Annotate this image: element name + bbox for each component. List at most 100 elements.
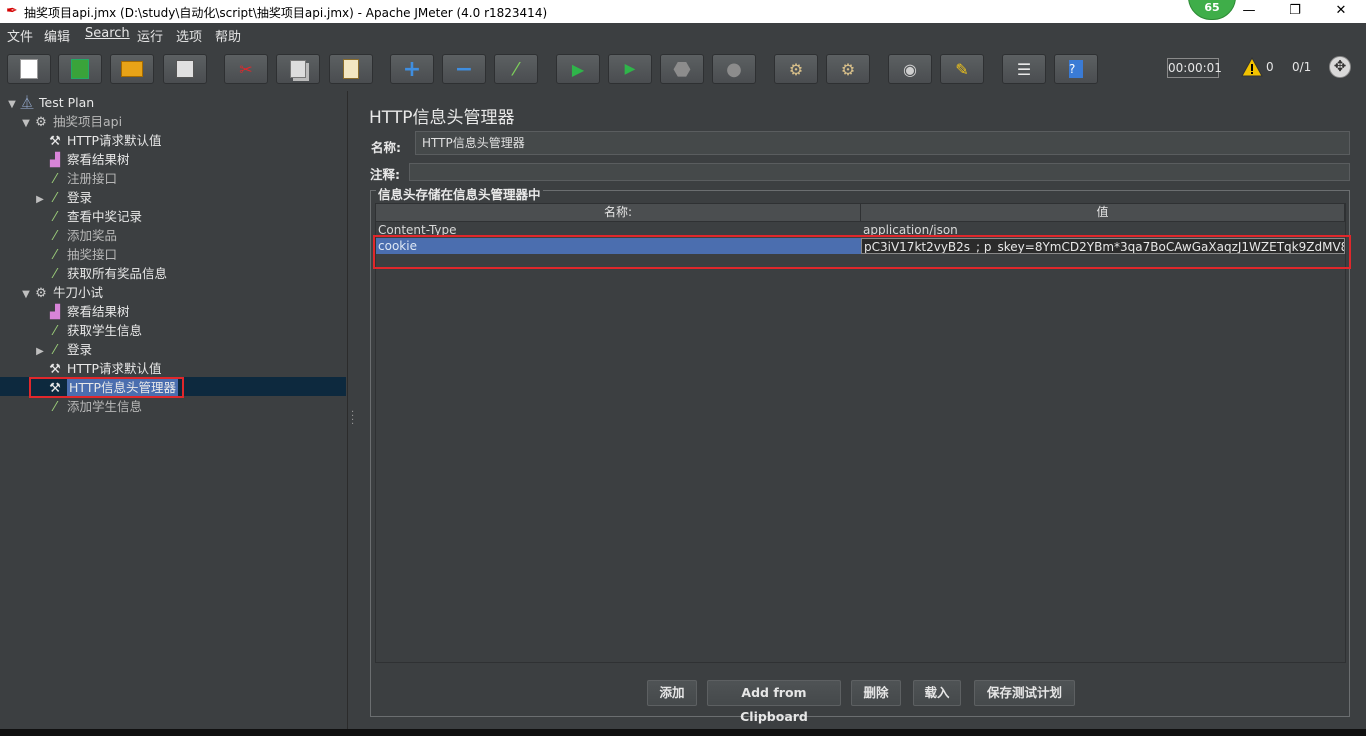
column-header-value[interactable]: 值 [861, 204, 1345, 222]
window-title: 抽奖项目api.jmx (D:\study\自动化\script\抽奖项目api… [24, 6, 548, 20]
test-plan-tree: ▼ ⏅ Test Plan ▼ ⚙ 抽奖项目api ⚒ HTTP请求默认值 ▟ 察看结果树 ⁄ 注册接… [0, 91, 348, 729]
annotation-red-box-table [373, 235, 1351, 269]
menu-edit[interactable]: 编辑 [44, 26, 70, 45]
clear-all-icon[interactable]: ⚙ [826, 54, 870, 84]
tree-item[interactable]: ▶ ⁄ 登录 [34, 340, 92, 359]
column-header-name[interactable]: 名称: [376, 204, 861, 222]
add-button[interactable]: 添加 [647, 680, 697, 706]
tree-item-label: 查看中奖记录 [67, 209, 143, 224]
tree-item[interactable]: ⁄ 注册接口 [34, 169, 117, 188]
pipette-icon: ⁄ [53, 400, 57, 415]
search-icon[interactable]: ◉ [888, 54, 932, 84]
tree-item-label: 察看结果树 [67, 304, 130, 319]
name-label: 名称: [371, 140, 401, 155]
save-test-plan-button[interactable]: 保存测试计划 [974, 680, 1075, 706]
add-from-clipboard-button[interactable]: Add from Clipboard [707, 680, 841, 724]
shutdown-icon[interactable]: ● [712, 54, 756, 84]
tree-item[interactable]: ▼ ⏅ Test Plan [6, 93, 94, 112]
split-pane-divider[interactable]: · · · · [348, 91, 358, 729]
tree-item-label: 登录 [67, 342, 93, 357]
tree-item-label: 添加奖品 [67, 228, 118, 243]
tree-item[interactable]: ▟ 察看结果树 [34, 302, 130, 321]
tree-item-label: 获取学生信息 [67, 323, 143, 338]
maximize-button[interactable]: ❐ [1272, 0, 1318, 23]
expand-arrow-icon[interactable]: ▼ [6, 95, 18, 114]
tree-item[interactable]: ⁄ 获取学生信息 [34, 321, 142, 340]
tree-item[interactable]: ⁄ 抽奖接口 [34, 245, 117, 264]
save-icon[interactable] [163, 54, 207, 84]
headers-group-title: 信息头存储在信息头管理器中 [376, 184, 543, 203]
tree-item-label: HTTP请求默认值 [67, 361, 162, 376]
clear-icon[interactable]: ⚙ [774, 54, 818, 84]
delete-button[interactable]: 删除 [851, 680, 901, 706]
pipette-icon: ⁄ [53, 248, 57, 263]
tree-item[interactable]: ▼ ⚙ 牛刀小试 [20, 283, 103, 302]
help-icon[interactable]: ? [1054, 54, 1098, 84]
stop-icon[interactable]: ⬣ [660, 54, 704, 84]
minimize-button[interactable]: — [1226, 0, 1272, 23]
menu-file[interactable]: 文件 [7, 26, 33, 45]
expand-arrow-icon[interactable]: ▼ [20, 285, 32, 304]
tree-item[interactable]: ⁄ 获取所有奖品信息 [34, 264, 167, 283]
annotation-red-box-tree [29, 377, 184, 398]
tree-item[interactable]: ⁄ 添加奖品 [34, 226, 117, 245]
tree-item-label: 添加学生信息 [67, 399, 143, 414]
chart-icon: ▟ [50, 305, 60, 320]
elapsed-timer: 00:00:01 [1167, 58, 1222, 78]
comment-label: 注释: [370, 167, 400, 182]
testplan-icon: ⏅ [20, 96, 34, 111]
warning-icon[interactable] [1241, 57, 1263, 77]
tree-item[interactable]: ⁄ 查看中奖记录 [34, 207, 142, 226]
pipette-icon: ⁄ [53, 191, 57, 206]
reset-search-icon[interactable]: ✎ [940, 54, 984, 84]
expand-arrow-icon[interactable]: ▼ [20, 114, 32, 133]
toggle-icon[interactable]: ⁄ [494, 54, 538, 84]
title-bar: ✒ 抽奖项目api.jmx (D:\study\自动化\script\抽奖项目a… [0, 0, 1366, 23]
comment-field[interactable] [409, 163, 1350, 181]
gear-icon: ⚙ [35, 286, 47, 301]
new-icon[interactable] [7, 54, 51, 84]
tree-item-label: HTTP请求默认值 [67, 133, 162, 148]
gear-icon: ⚙ [35, 115, 47, 130]
panel-title: HTTP信息头管理器 [369, 108, 515, 128]
menu-bar: 文件 编辑 Search 运行 选项 帮助 [0, 23, 1366, 45]
load-button[interactable]: 载入 [913, 680, 961, 706]
pipette-icon: ⁄ [53, 324, 57, 339]
menu-help[interactable]: 帮助 [215, 26, 241, 45]
active-threads: 0/1 [1292, 60, 1312, 74]
taskbar [0, 729, 1366, 736]
tree-item-label: 牛刀小试 [53, 285, 104, 300]
menu-options[interactable]: 选项 [176, 26, 202, 45]
chart-icon: ▟ [50, 153, 60, 168]
collapse-icon[interactable]: − [442, 54, 486, 84]
function-helper-icon[interactable]: ☰ [1002, 54, 1046, 84]
pipette-icon: ⁄ [53, 172, 57, 187]
templates-icon[interactable] [58, 54, 102, 84]
tree-item[interactable]: ▼ ⚙ 抽奖项目api [20, 112, 122, 131]
warning-count: 0 [1266, 60, 1274, 74]
tree-item-label: 抽奖项目api [53, 114, 123, 129]
tree-item[interactable]: ⁄ 添加学生信息 [34, 397, 142, 416]
copy-icon[interactable] [276, 54, 320, 84]
tree-item[interactable]: ⚒ HTTP请求默认值 [34, 131, 162, 150]
menu-search[interactable]: Search [85, 26, 130, 41]
expand-icon[interactable]: + [390, 54, 434, 84]
start-no-pause-icon[interactable]: ▶ [608, 54, 652, 84]
cut-icon[interactable]: ✂ [224, 54, 268, 84]
remote-globe-icon[interactable]: ✥ [1329, 56, 1351, 78]
tools-icon: ⚒ [49, 134, 61, 149]
tree-item-label: 注册接口 [67, 171, 118, 186]
tree-item[interactable]: ▶ ⁄ 登录 [34, 188, 92, 207]
tree-item[interactable]: ▟ 察看结果树 [34, 150, 130, 169]
pipette-icon: ⁄ [53, 210, 57, 225]
close-button[interactable]: ✕ [1318, 0, 1364, 23]
menu-run[interactable]: 运行 [137, 26, 163, 45]
pipette-icon: ⁄ [53, 267, 57, 282]
start-icon[interactable]: ▶ [556, 54, 600, 84]
pipette-icon: ⁄ [53, 229, 57, 244]
tree-item[interactable]: ⚒ HTTP请求默认值 [34, 359, 162, 378]
name-field[interactable]: HTTP信息头管理器 [415, 131, 1350, 155]
pipette-icon: ⁄ [53, 343, 57, 358]
paste-icon[interactable] [329, 54, 373, 84]
open-icon[interactable] [110, 54, 154, 84]
